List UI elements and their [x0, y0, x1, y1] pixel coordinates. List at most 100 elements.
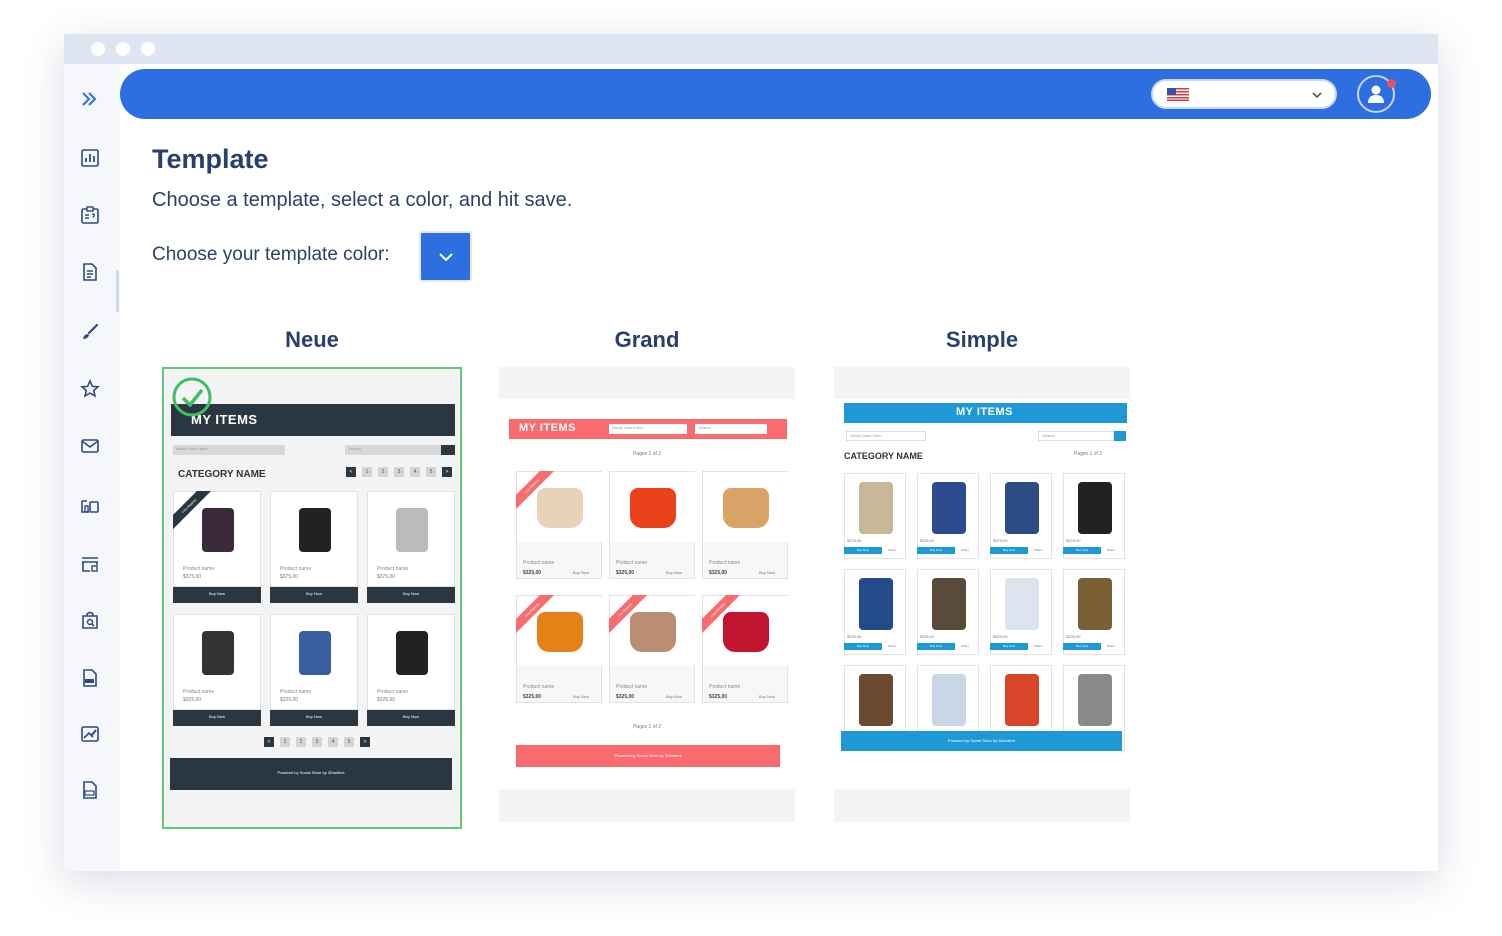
preview-header: MY ITEMS	[844, 403, 1127, 423]
product-buy-button: Buy Now	[666, 570, 683, 575]
product-price: $375,00	[377, 574, 396, 580]
ribbon-label: Free Shipping	[609, 595, 650, 635]
mail-icon[interactable]	[80, 436, 100, 456]
window-titlebar	[64, 34, 1438, 64]
window-dot-maximize[interactable]	[141, 42, 155, 56]
bag-search-icon[interactable]	[80, 610, 100, 630]
product-image	[723, 488, 769, 528]
page-title: Template	[152, 144, 269, 174]
preview-canvas	[499, 399, 795, 789]
preview-page-button: 5	[426, 467, 436, 477]
product-ribbon: Free Shipping	[609, 595, 653, 639]
preview-title: MY ITEMS	[956, 406, 1013, 418]
product-image	[859, 674, 893, 726]
product-price: $325,00	[920, 538, 935, 543]
product-name: Product name	[377, 689, 409, 695]
preview-filter: Newly Listed Item	[846, 431, 926, 441]
product-image	[1078, 578, 1112, 630]
brush-icon[interactable]	[80, 322, 100, 342]
product-price: $325,00	[523, 694, 542, 700]
product-image	[859, 578, 893, 630]
sidebar	[64, 64, 120, 871]
devices-icon[interactable]	[80, 496, 100, 516]
product-share-button: Share	[961, 644, 970, 648]
product-image	[1005, 578, 1039, 630]
product-buy-button: Buy Now	[1063, 547, 1101, 554]
product-price: $375,00	[993, 538, 1008, 543]
template-card-neue[interactable]: MY ITEMS Newly Listed Item Search CATEGO…	[162, 367, 462, 829]
product-buy-button: Buy Now	[917, 643, 955, 650]
app-window: Template Choose a template, select a col…	[64, 34, 1438, 871]
pdf-file-icon[interactable]	[80, 668, 100, 688]
product-buy-button: Buy Now	[759, 570, 776, 575]
preview-page-button: <	[346, 467, 356, 477]
product-buy-button: Buy Now	[573, 694, 590, 699]
product-price: $325,00	[377, 697, 396, 703]
preview-page-button: 5	[344, 737, 354, 747]
template-color-picker-button[interactable]	[419, 231, 472, 282]
top-header-bar	[120, 69, 1431, 119]
csv-file-icon[interactable]	[80, 780, 100, 800]
preview-filter: Newly Listed Item	[609, 424, 687, 434]
product-buy-button: Buy Now	[270, 710, 358, 726]
user-icon	[1368, 85, 1384, 103]
product-name: Product name	[709, 684, 741, 690]
store-icon[interactable]	[80, 554, 100, 574]
star-icon[interactable]	[80, 379, 100, 399]
preview-search: Search	[695, 424, 767, 434]
preview-product-card: Product name $325,00 Buy Now	[609, 471, 696, 579]
image-edit-icon[interactable]	[80, 724, 100, 744]
product-image	[396, 508, 428, 552]
template-name-neue: Neue	[285, 327, 339, 352]
language-select[interactable]	[1151, 79, 1337, 109]
product-share-button: Share	[961, 548, 970, 552]
template-card-simple[interactable]: MY ITEMS Newly Listed Item Search CATEGO…	[834, 367, 1130, 822]
product-share-button: Share	[1107, 644, 1116, 648]
preview-page-button: 2	[378, 467, 388, 477]
preview-product-card: Product name $325,00	[173, 614, 261, 710]
ribbon-label: Free Shipping	[702, 595, 743, 635]
bar-chart-icon[interactable]	[80, 148, 100, 168]
chevron-down-icon	[1312, 92, 1322, 99]
document-icon[interactable]	[80, 262, 100, 282]
product-image	[1005, 482, 1039, 534]
product-name: Product name	[523, 684, 555, 690]
product-buy-button: Buy Now	[173, 587, 261, 603]
preview-search: Search	[345, 445, 441, 455]
preview-search-button	[441, 445, 455, 455]
product-image	[202, 631, 234, 675]
preview-header: MY ITEMS Newly Listed Item Search	[509, 419, 787, 439]
preview-page-button: 4	[328, 737, 338, 747]
preview-category: CATEGORY NAME	[844, 451, 923, 461]
product-name: Product name	[616, 560, 648, 566]
window-dot-minimize[interactable]	[116, 42, 130, 56]
ribbon-label: Free Shipping	[173, 491, 214, 531]
preview-footer: Powered by Social Store by 3Dsellers	[170, 758, 452, 790]
preview-category: CATEGORY NAME	[178, 469, 266, 480]
product-price: $325,00	[616, 570, 635, 576]
template-name-simple: Simple	[945, 327, 1019, 352]
expand-double-chevron-icon[interactable]	[80, 89, 100, 109]
product-ribbon: Free Shipping	[173, 491, 217, 535]
product-image	[1005, 674, 1039, 726]
product-price: $325,00	[709, 694, 728, 700]
template-card-grand[interactable]: MY ITEMS Newly Listed Item Search Pages …	[499, 367, 795, 822]
product-image	[299, 631, 331, 675]
preview-filter: Newly Listed Item	[173, 445, 285, 455]
preview-footer: Powered by Social Store by 3Dsellers	[841, 731, 1122, 751]
product-price: $325,00	[847, 634, 862, 639]
product-price: $325,00	[1066, 634, 1081, 639]
product-buy-button: Buy Now	[990, 643, 1028, 650]
preview-page-button: >	[442, 467, 452, 477]
clipboard-question-icon[interactable]	[80, 205, 100, 225]
product-share-button: Share	[1034, 644, 1043, 648]
preview-page-button: 1	[280, 737, 290, 747]
window-dot-close[interactable]	[91, 42, 105, 56]
product-price: $325,00	[709, 570, 728, 576]
preview-page-button: 2	[296, 737, 306, 747]
ribbon-label: Free Shipping	[516, 471, 557, 511]
product-price: $375,00	[183, 574, 202, 580]
product-price: $325,00	[523, 570, 542, 576]
preview-page-button: 3	[394, 467, 404, 477]
product-name: Product name	[709, 560, 741, 566]
